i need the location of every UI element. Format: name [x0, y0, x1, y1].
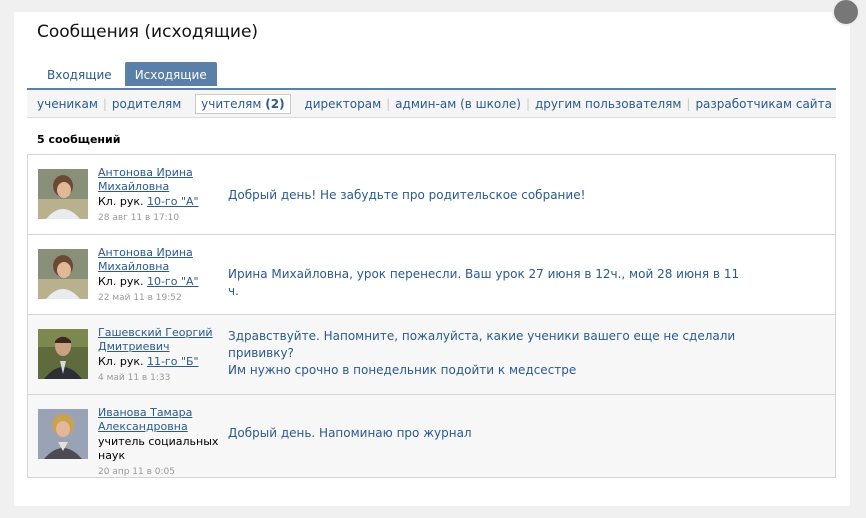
sender-info: Гашевский Георгий Дмитриевич Кл. рук. 11-… [98, 326, 223, 385]
separator [186, 97, 190, 111]
page: Сообщения (исходящие) Входящие Исходящие… [14, 0, 860, 506]
message-text[interactable]: Добрый день! Не забудьте про родительско… [228, 187, 748, 204]
avatar[interactable] [38, 409, 88, 459]
class-link[interactable]: 10-го "А" [147, 195, 199, 208]
class-link[interactable]: 11-го "Б" [147, 355, 199, 368]
separator: | [386, 96, 391, 111]
message-text[interactable]: Добрый день. Напоминаю про журнал [228, 425, 748, 442]
sender-name-link[interactable]: Антонова Ирина Михайловна [98, 246, 193, 273]
filter-teachers-count: (2) [265, 96, 285, 111]
message-date: 22 май 11 в 19:52 [98, 293, 182, 303]
sender-info: Антонова Ирина Михайловна Кл. рук. 10-го … [98, 166, 223, 225]
sender-name-link[interactable]: Иванова Тамара Александровна [98, 406, 192, 433]
message-count: 5 сообщений [37, 133, 121, 146]
message-text[interactable]: Здравствуйте. Напомните, пожалуйста, как… [228, 328, 748, 379]
avatar-photo-icon [38, 169, 88, 219]
sender-role: Кл. рук. 10-го "А" [98, 275, 199, 288]
message-list: Антонова Ирина Михайловна Кл. рук. 10-го … [27, 154, 836, 478]
message-date: 4 май 11 в 1:33 [98, 373, 171, 383]
sender-role: Кл. рук. 10-го "А" [98, 195, 199, 208]
sender-info: Иванова Тамара Александровна учитель соци… [98, 406, 223, 479]
message-row: Антонова Ирина Михайловна Кл. рук. 10-го … [28, 235, 835, 315]
avatar[interactable] [38, 169, 88, 219]
filter-directors[interactable]: директорам [304, 97, 381, 111]
message-date: 28 авг 11 в 17:10 [98, 213, 180, 223]
sender-role: учитель социальных наук [98, 435, 219, 462]
avatar-photo-icon [38, 249, 88, 299]
message-row: Антонова Ирина Михайловна Кл. рук. 10-го … [28, 155, 835, 235]
message-date: 20 апр 11 в 0:05 [98, 467, 175, 477]
sender-role: Кл. рук. 11-го "Б" [98, 355, 199, 368]
tab-inbox[interactable]: Входящие [37, 62, 122, 86]
filter-students[interactable]: ученикам [37, 97, 98, 111]
tab-outbox[interactable]: Исходящие [124, 62, 217, 86]
separator: | [102, 96, 107, 111]
separator [296, 97, 300, 111]
avatar-photo-icon [38, 409, 88, 459]
sender-name-link[interactable]: Антонова Ирина Михайловна [98, 166, 193, 193]
filter-teachers[interactable]: учителям (2) [195, 93, 291, 114]
separator: | [686, 96, 691, 111]
filter-developers[interactable]: разработчикам сайта [695, 97, 832, 111]
separator: | [525, 96, 530, 111]
sender-name-link[interactable]: Гашевский Георгий Дмитриевич [98, 326, 213, 353]
message-row: Иванова Тамара Александровна учитель соци… [28, 395, 835, 478]
avatar[interactable] [38, 329, 88, 379]
recipient-filter-bar: ученикам | родителям учителям (2) директ… [27, 88, 836, 118]
page-title: Сообщения (исходящие) [37, 22, 259, 42]
message-text[interactable]: Ирина Михайловна, урок перенесли. Ваш ур… [228, 266, 748, 300]
avatar[interactable] [38, 249, 88, 299]
sender-info: Антонова Ирина Михайловна Кл. рук. 10-го … [98, 246, 223, 305]
mail-tabs: Входящие Исходящие [37, 62, 217, 86]
avatar-photo-icon [38, 329, 88, 379]
close-icon[interactable] [832, 0, 860, 26]
filter-teachers-label: учителям [201, 96, 262, 111]
filter-other-users[interactable]: другим пользователям [535, 97, 681, 111]
class-link[interactable]: 10-го "А" [147, 275, 199, 288]
message-text-line: Им нужно срочно в понедельник подойти к … [228, 363, 577, 377]
filter-admins[interactable]: админ-ам (в школе) [395, 97, 521, 111]
filter-parents[interactable]: родителям [112, 97, 181, 111]
message-text-line: прививку? [228, 346, 294, 360]
message-text-line: Здравствуйте. Напомните, пожалуйста, как… [228, 329, 736, 343]
message-row: Гашевский Георгий Дмитриевич Кл. рук. 11-… [28, 315, 835, 395]
